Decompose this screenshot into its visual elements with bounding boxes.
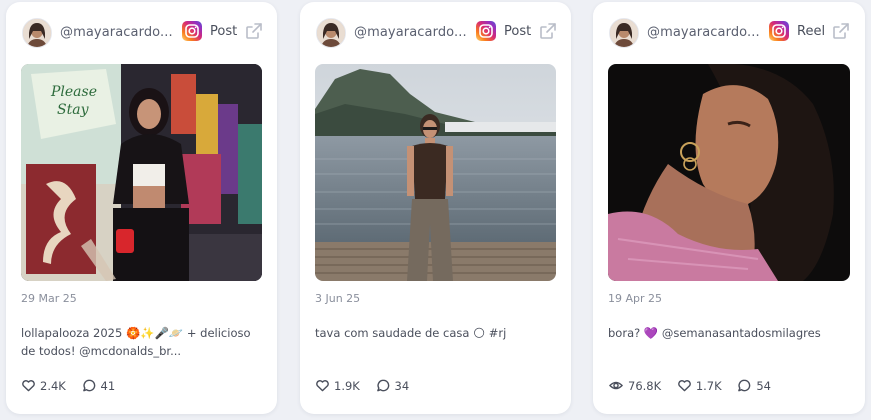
views-stat: 76.8K xyxy=(608,378,661,393)
external-link-icon[interactable] xyxy=(831,21,851,41)
eye-icon xyxy=(609,381,623,390)
post-caption: bora? 💜 @semanasantadosmilagres xyxy=(608,326,821,340)
comment-icon xyxy=(376,379,389,392)
post-stats: 76.8K 1.7K 54 xyxy=(608,378,783,398)
post-date: 19 Apr 25 xyxy=(608,292,663,305)
likes-count: 1.9K xyxy=(334,379,360,393)
account-handle[interactable]: @mayaracardo... xyxy=(354,25,469,40)
post-header: @mayaracardo... Reel xyxy=(593,18,865,50)
external-link-icon[interactable] xyxy=(538,21,558,41)
comments-count: 54 xyxy=(756,379,771,393)
avatar[interactable] xyxy=(609,18,639,48)
comments-stat: 41 xyxy=(82,378,116,393)
post-caption: lollapalooza 2025 🏵️✨🎤🪐 + delicioso de t… xyxy=(21,326,251,358)
post-image[interactable]: Please Stay xyxy=(21,64,262,281)
svg-text:Stay: Stay xyxy=(57,102,90,118)
comments-count: 41 xyxy=(100,379,116,393)
post-card[interactable]: @mayaracardo... Post Please Stay 29 Mar … xyxy=(6,2,277,414)
comment-icon xyxy=(82,379,95,392)
post-type-label: Post xyxy=(210,24,238,39)
post-card[interactable]: @mayaracardo... Reel 19 Apr 25 bora? 💜 @… xyxy=(593,2,865,414)
comments-stat: 54 xyxy=(737,378,771,393)
heart-icon xyxy=(677,380,691,392)
post-stats: 2.4K 41 xyxy=(21,378,127,398)
views-count: 76.8K xyxy=(628,379,662,393)
post-type-label: Reel xyxy=(797,24,826,39)
likes-stat: 1.9K xyxy=(315,378,360,393)
svg-text:Please: Please xyxy=(50,84,97,100)
post-date: 3 Jun 25 xyxy=(315,292,361,305)
avatar[interactable] xyxy=(22,18,52,48)
post-header: @mayaracardo... Post xyxy=(300,18,571,50)
post-card[interactable]: @mayaracardo... Post 3 Jun 25 tava com s… xyxy=(300,2,571,414)
heart-icon xyxy=(316,380,329,392)
heart-icon xyxy=(22,380,35,392)
post-type-label: Post xyxy=(504,24,532,39)
likes-stat: 1.7K xyxy=(677,378,722,393)
comment-icon xyxy=(738,379,751,392)
comments-count: 34 xyxy=(394,379,410,393)
account-handle[interactable]: @mayaracardo... xyxy=(647,25,762,40)
post-image[interactable] xyxy=(608,64,850,281)
comments-stat: 34 xyxy=(376,378,410,393)
instagram-icon xyxy=(476,21,496,41)
post-header: @mayaracardo... Post xyxy=(6,18,277,50)
instagram-icon xyxy=(182,21,202,41)
account-handle[interactable]: @mayaracardo... xyxy=(60,25,175,40)
likes-count: 2.4K xyxy=(40,379,66,393)
likes-count: 1.7K xyxy=(695,379,722,393)
likes-stat: 2.4K xyxy=(21,378,66,393)
post-caption: tava com saudade de casa 🌕 #rj xyxy=(315,326,507,340)
post-image[interactable] xyxy=(315,64,556,281)
external-link-icon[interactable] xyxy=(244,21,264,41)
post-date: 29 Mar 25 xyxy=(21,292,77,305)
post-stats: 1.9K 34 xyxy=(315,378,421,398)
instagram-icon xyxy=(769,21,789,41)
avatar[interactable] xyxy=(316,18,346,48)
